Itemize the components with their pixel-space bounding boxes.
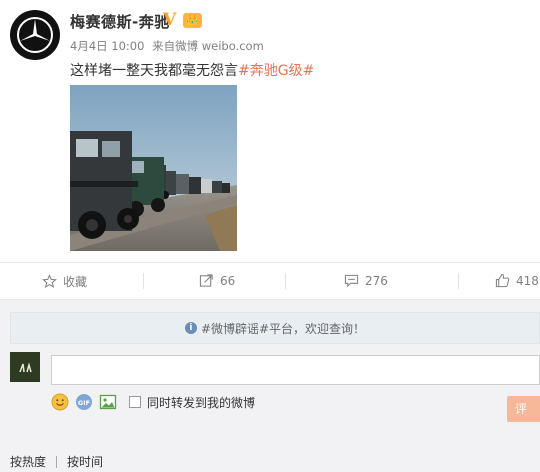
member-badge-icon: 👑 [183, 13, 202, 28]
star-icon [42, 274, 57, 289]
current-user-avatar [10, 352, 40, 382]
forward-checkbox-label: 同时转发到我的微博 [147, 395, 256, 410]
forward-icon [199, 274, 213, 287]
favorite-label: 收藏 [63, 275, 88, 289]
info-icon: i [184, 322, 197, 334]
post-meta: 4月4日 10:00 来自微博 weibo.com [70, 38, 264, 54]
submit-comment-button[interactable]: 评 [507, 396, 540, 422]
weibo-post: 梅赛德斯-奔驰 V 👑 4月4日 10:00 来自微博 weibo.com 这样… [0, 0, 540, 262]
comment-section: i #微博辟谣#平台，欢迎查询！ GIF 同时转发到我的微博 评 按热度 按时间 [0, 300, 540, 472]
like-button[interactable]: 418 [495, 273, 539, 288]
mercedes-star-logo [17, 17, 53, 53]
favorite-button[interactable]: 收藏 [42, 273, 87, 290]
notice-text: #微博辟谣#平台，欢迎查询！ [200, 321, 366, 336]
verified-badge: V [163, 10, 177, 30]
comment-toolbar: GIF 同时转发到我的微博 [51, 393, 255, 411]
forward-checkbox[interactable] [129, 396, 141, 408]
g-class-convoy-photo [70, 85, 237, 251]
comment-sort: 按热度 按时间 [10, 453, 103, 470]
hashtag-link[interactable]: #奔驰G级# [238, 63, 314, 79]
sort-by-time[interactable]: 按时间 [67, 453, 103, 470]
post-date[interactable]: 4月4日 10:00 [70, 39, 144, 53]
post-text-body: 这样堵一整天我都毫无怨言 [70, 63, 238, 79]
sort-by-hot[interactable]: 按热度 [10, 453, 46, 470]
comment-button[interactable]: 276 [344, 273, 388, 288]
comment-count: 276 [365, 273, 388, 288]
thumbs-up-icon [495, 273, 510, 288]
divider [458, 273, 459, 289]
post-image[interactable] [70, 85, 237, 251]
comment-input[interactable] [51, 355, 540, 385]
svg-text:GIF: GIF [78, 399, 90, 407]
post-text: 这样堵一整天我都毫无怨言#奔驰G级# [70, 60, 314, 80]
user-avatar-image [10, 352, 40, 382]
post-action-bar: 收藏 66 276 418 [0, 262, 540, 300]
source-prefix: 来自 [152, 39, 176, 53]
gif-icon[interactable]: GIF [75, 393, 93, 411]
comment-icon [344, 274, 359, 288]
post-source[interactable]: 微博 weibo.com [175, 39, 264, 53]
image-icon[interactable] [99, 393, 117, 411]
divider [56, 455, 58, 468]
divider [285, 273, 286, 289]
like-count: 418 [516, 273, 539, 288]
rumor-notice-banner[interactable]: i #微博辟谣#平台，欢迎查询！ [10, 312, 540, 344]
forward-count: 66 [220, 273, 236, 288]
forward-button[interactable]: 66 [199, 273, 235, 288]
divider [143, 273, 144, 289]
emoji-icon[interactable] [51, 393, 69, 411]
author-avatar[interactable] [10, 10, 60, 60]
author-name[interactable]: 梅赛德斯-奔驰 [70, 11, 170, 32]
